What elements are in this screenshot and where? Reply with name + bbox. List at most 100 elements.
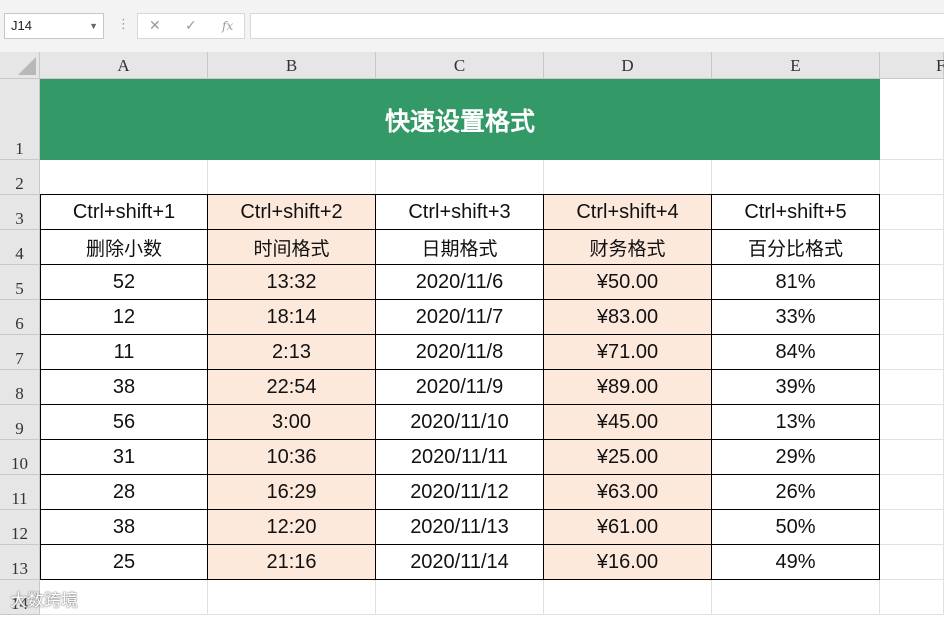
cell-f8[interactable] <box>880 370 944 405</box>
cell-f3[interactable] <box>880 195 944 230</box>
cell-d9[interactable]: ¥45.00 <box>544 405 712 440</box>
cell-f10[interactable] <box>880 440 944 475</box>
row-header-4[interactable]: 4 <box>0 230 40 265</box>
cell-c8[interactable]: 2020/11/9 <box>376 370 544 405</box>
cell-b4[interactable]: 时间格式 <box>208 230 376 265</box>
cell-d4[interactable]: 财务格式 <box>544 230 712 265</box>
row-header-11[interactable]: 11 <box>0 475 40 510</box>
cell-e7[interactable]: 84% <box>712 335 880 370</box>
cell-d7[interactable]: ¥71.00 <box>544 335 712 370</box>
row-header-5[interactable]: 5 <box>0 265 40 300</box>
function-icon[interactable]: fx <box>222 19 233 33</box>
cell-d6[interactable]: ¥83.00 <box>544 300 712 335</box>
row-header-7[interactable]: 7 <box>0 335 40 370</box>
cell-f9[interactable] <box>880 405 944 440</box>
cell-c13[interactable]: 2020/11/14 <box>376 545 544 580</box>
cell-a10[interactable]: 31 <box>40 440 208 475</box>
row-header-9[interactable]: 9 <box>0 405 40 440</box>
cell-b12[interactable]: 12:20 <box>208 510 376 545</box>
row-header-13[interactable]: 13 <box>0 545 40 580</box>
cell-f11[interactable] <box>880 475 944 510</box>
cell-a4[interactable]: 删除小数 <box>40 230 208 265</box>
chevron-down-icon[interactable]: ▼ <box>89 14 98 38</box>
cell-b11[interactable]: 16:29 <box>208 475 376 510</box>
row-header-12[interactable]: 12 <box>0 510 40 545</box>
cell-f1[interactable] <box>880 79 944 160</box>
cell-e3[interactable]: Ctrl+shift+5 <box>712 194 880 230</box>
more-options-icon[interactable]: ⋮ <box>117 16 130 32</box>
row-header-1[interactable]: 1 <box>0 79 40 160</box>
cell-c11[interactable]: 2020/11/12 <box>376 475 544 510</box>
cell-c2[interactable] <box>376 160 544 195</box>
cell-a2[interactable] <box>40 160 208 195</box>
name-box[interactable]: J14 ▼ <box>4 13 104 39</box>
select-all-corner[interactable] <box>0 52 40 79</box>
cell-c5[interactable]: 2020/11/6 <box>376 265 544 300</box>
cell-d11[interactable]: ¥63.00 <box>544 475 712 510</box>
cell-f6[interactable] <box>880 300 944 335</box>
cell-b14[interactable] <box>208 580 376 615</box>
cell-a6[interactable]: 12 <box>40 300 208 335</box>
cell-f12[interactable] <box>880 510 944 545</box>
cell-c10[interactable]: 2020/11/11 <box>376 440 544 475</box>
cell-e10[interactable]: 29% <box>712 440 880 475</box>
cell-e12[interactable]: 50% <box>712 510 880 545</box>
cell-e14[interactable] <box>712 580 880 615</box>
cell-d13[interactable]: ¥16.00 <box>544 545 712 580</box>
cell-c3[interactable]: Ctrl+shift+3 <box>376 194 544 230</box>
cell-e2[interactable] <box>712 160 880 195</box>
cell-e13[interactable]: 49% <box>712 545 880 580</box>
title-cell[interactable]: 快速设置格式 <box>40 79 880 160</box>
column-header-c[interactable]: C <box>376 52 544 79</box>
cell-a9[interactable]: 56 <box>40 405 208 440</box>
cell-f14[interactable] <box>880 580 944 615</box>
cell-a13[interactable]: 25 <box>40 545 208 580</box>
cell-d12[interactable]: ¥61.00 <box>544 510 712 545</box>
cancel-icon[interactable]: ✕ <box>149 17 161 34</box>
cell-f4[interactable] <box>880 230 944 265</box>
cell-e5[interactable]: 81% <box>712 265 880 300</box>
cell-e9[interactable]: 13% <box>712 405 880 440</box>
cell-f13[interactable] <box>880 545 944 580</box>
column-header-f[interactable]: F <box>880 52 944 79</box>
cell-c6[interactable]: 2020/11/7 <box>376 300 544 335</box>
cell-c12[interactable]: 2020/11/13 <box>376 510 544 545</box>
cell-f7[interactable] <box>880 335 944 370</box>
cell-d8[interactable]: ¥89.00 <box>544 370 712 405</box>
column-header-d[interactable]: D <box>544 52 712 79</box>
cell-c14[interactable] <box>376 580 544 615</box>
row-header-2[interactable]: 2 <box>0 160 40 195</box>
row-header-3[interactable]: 3 <box>0 195 40 230</box>
cell-f2[interactable] <box>880 160 944 195</box>
cell-c4[interactable]: 日期格式 <box>376 230 544 265</box>
cell-b3[interactable]: Ctrl+shift+2 <box>208 194 376 230</box>
cell-d2[interactable] <box>544 160 712 195</box>
row-header-10[interactable]: 10 <box>0 440 40 475</box>
cell-e8[interactable]: 39% <box>712 370 880 405</box>
cell-a11[interactable]: 28 <box>40 475 208 510</box>
row-header-8[interactable]: 8 <box>0 370 40 405</box>
cell-b2[interactable] <box>208 160 376 195</box>
row-header-6[interactable]: 6 <box>0 300 40 335</box>
cell-a8[interactable]: 38 <box>40 370 208 405</box>
formula-input[interactable] <box>250 13 944 39</box>
cell-e4[interactable]: 百分比格式 <box>712 230 880 265</box>
cell-e11[interactable]: 26% <box>712 475 880 510</box>
cell-b5[interactable]: 13:32 <box>208 265 376 300</box>
cell-b6[interactable]: 18:14 <box>208 300 376 335</box>
cell-a3[interactable]: Ctrl+shift+1 <box>40 194 208 230</box>
cell-d10[interactable]: ¥25.00 <box>544 440 712 475</box>
cell-d3[interactable]: Ctrl+shift+4 <box>544 194 712 230</box>
enter-icon[interactable]: ✓ <box>185 17 197 34</box>
cell-a5[interactable]: 52 <box>40 265 208 300</box>
cell-d14[interactable] <box>544 580 712 615</box>
column-header-a[interactable]: A <box>40 52 208 79</box>
cell-c9[interactable]: 2020/11/10 <box>376 405 544 440</box>
cell-d5[interactable]: ¥50.00 <box>544 265 712 300</box>
cell-a7[interactable]: 11 <box>40 335 208 370</box>
column-header-b[interactable]: B <box>208 52 376 79</box>
cell-b13[interactable]: 21:16 <box>208 545 376 580</box>
column-header-e[interactable]: E <box>712 52 880 79</box>
cell-b10[interactable]: 10:36 <box>208 440 376 475</box>
cell-b9[interactable]: 3:00 <box>208 405 376 440</box>
